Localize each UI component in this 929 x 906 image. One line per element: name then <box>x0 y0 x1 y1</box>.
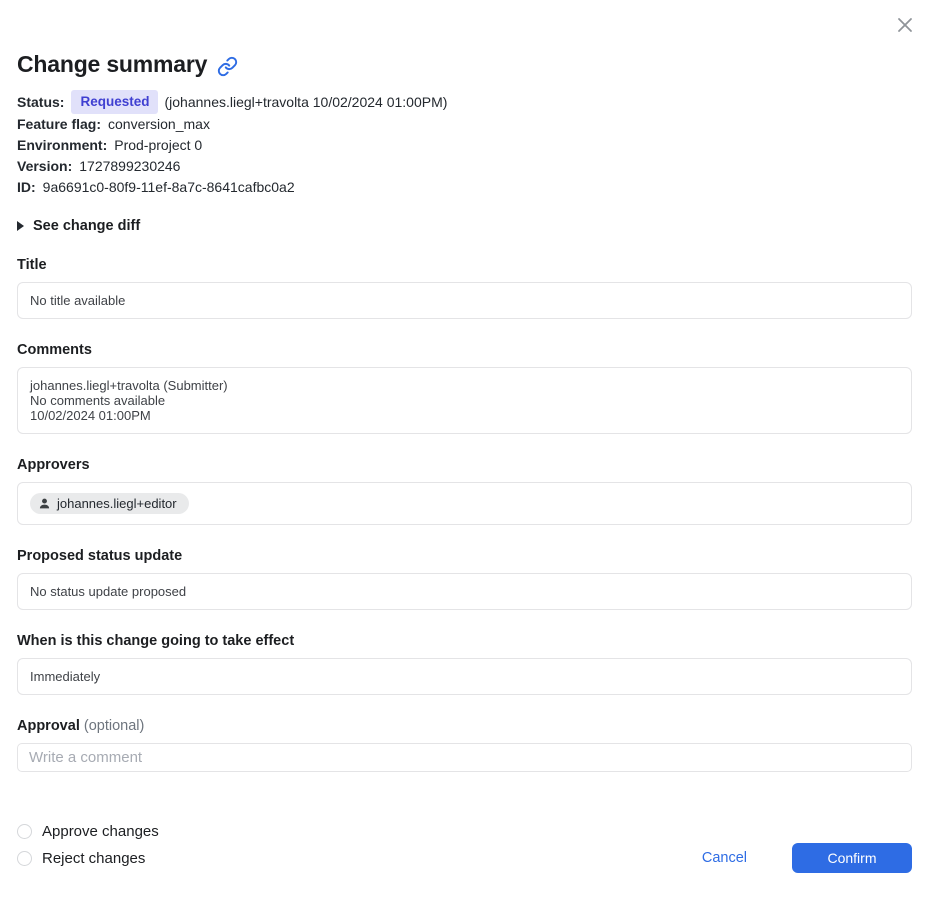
feature-flag-label: Feature flag: <box>17 116 102 132</box>
approve-changes-radio[interactable] <box>17 824 32 839</box>
approvers-section-label: Approvers <box>17 457 90 473</box>
approve-changes-option[interactable]: Approve changes <box>17 823 159 840</box>
reject-changes-label: Reject changes <box>42 850 146 867</box>
proposed-status-value: No status update proposed <box>30 584 187 599</box>
approval-label-text: Approval <box>17 718 80 734</box>
title-section: Title No title available <box>17 257 912 319</box>
proposed-status-label: Proposed status update <box>17 548 183 564</box>
approver-chip-label: johannes.liegl+editor <box>57 496 177 511</box>
version-row: Version: 1727899230246 <box>17 156 912 177</box>
environment-value: Prod-project 0 <box>114 137 203 153</box>
cancel-button[interactable]: Cancel <box>702 850 747 866</box>
confirm-button[interactable]: Confirm <box>792 843 912 873</box>
see-change-diff-toggle[interactable]: See change diff <box>17 218 140 234</box>
title-field: No title available <box>17 282 912 319</box>
title-field-value: No title available <box>30 293 126 308</box>
close-icon <box>895 15 915 35</box>
environment-label: Environment: <box>17 137 108 153</box>
approval-section: Approval (optional) <box>17 718 912 772</box>
comments-field: johannes.liegl+travolta (Submitter) No c… <box>17 367 912 434</box>
approval-section-label: Approval (optional) <box>17 718 912 734</box>
feature-flag-row: Feature flag: conversion_max <box>17 114 912 135</box>
comments-section: Comments johannes.liegl+travolta (Submit… <box>17 342 912 434</box>
status-row: Status: Requested (johannes.liegl+travol… <box>17 90 912 114</box>
see-change-diff-label: See change diff <box>33 218 141 234</box>
approvers-section: Approvers johannes.liegl+editor <box>17 457 912 525</box>
metadata-block: Status: Requested (johannes.liegl+travol… <box>17 90 912 198</box>
modal-footer: Cancel Confirm <box>702 843 912 873</box>
triangle-right-icon <box>17 221 24 231</box>
feature-flag-value: conversion_max <box>108 116 210 132</box>
comments-section-label: Comments <box>17 342 92 358</box>
status-label: Status: <box>17 93 65 110</box>
proposed-status-field: No status update proposed <box>17 573 912 610</box>
reject-changes-radio[interactable] <box>17 851 32 866</box>
comment-submitter: johannes.liegl+travolta (Submitter) <box>30 378 228 393</box>
copy-link-icon[interactable] <box>217 56 238 77</box>
comment-body: No comments available <box>30 393 166 408</box>
approval-comment-input[interactable] <box>17 743 912 772</box>
environment-row: Environment: Prod-project 0 <box>17 135 912 156</box>
effect-field-value: Immediately <box>30 669 101 684</box>
title-section-label: Title <box>17 257 47 273</box>
status-badge: Requested <box>71 90 159 114</box>
modal-header: Change summary <box>17 0 912 78</box>
approvers-field: johannes.liegl+editor <box>17 482 912 525</box>
id-label: ID: <box>17 179 36 195</box>
reject-changes-option[interactable]: Reject changes <box>17 850 145 867</box>
change-summary-modal: Change summary Status: Requested (johann… <box>0 0 929 906</box>
effect-field: Immediately <box>17 658 912 695</box>
proposed-status-section: Proposed status update No status update … <box>17 548 912 610</box>
effect-section: When is this change going to take effect… <box>17 633 912 695</box>
approve-changes-label: Approve changes <box>42 823 159 840</box>
effect-section-label: When is this change going to take effect <box>17 633 295 649</box>
version-value: 1727899230246 <box>79 158 181 174</box>
approver-chip: johannes.liegl+editor <box>30 493 189 514</box>
id-row: ID: 9a6691c0-80f9-11ef-8a7c-8641cafbc0a2 <box>17 177 912 198</box>
person-icon <box>38 497 51 510</box>
status-suffix: (johannes.liegl+travolta 10/02/2024 01:0… <box>164 93 448 110</box>
version-label: Version: <box>17 158 73 174</box>
id-value: 9a6691c0-80f9-11ef-8a7c-8641cafbc0a2 <box>42 179 295 195</box>
comment-timestamp: 10/02/2024 01:00PM <box>30 408 151 423</box>
approval-optional-text: (optional) <box>83 718 145 734</box>
page-title: Change summary <box>17 51 208 77</box>
close-button[interactable] <box>893 13 917 37</box>
